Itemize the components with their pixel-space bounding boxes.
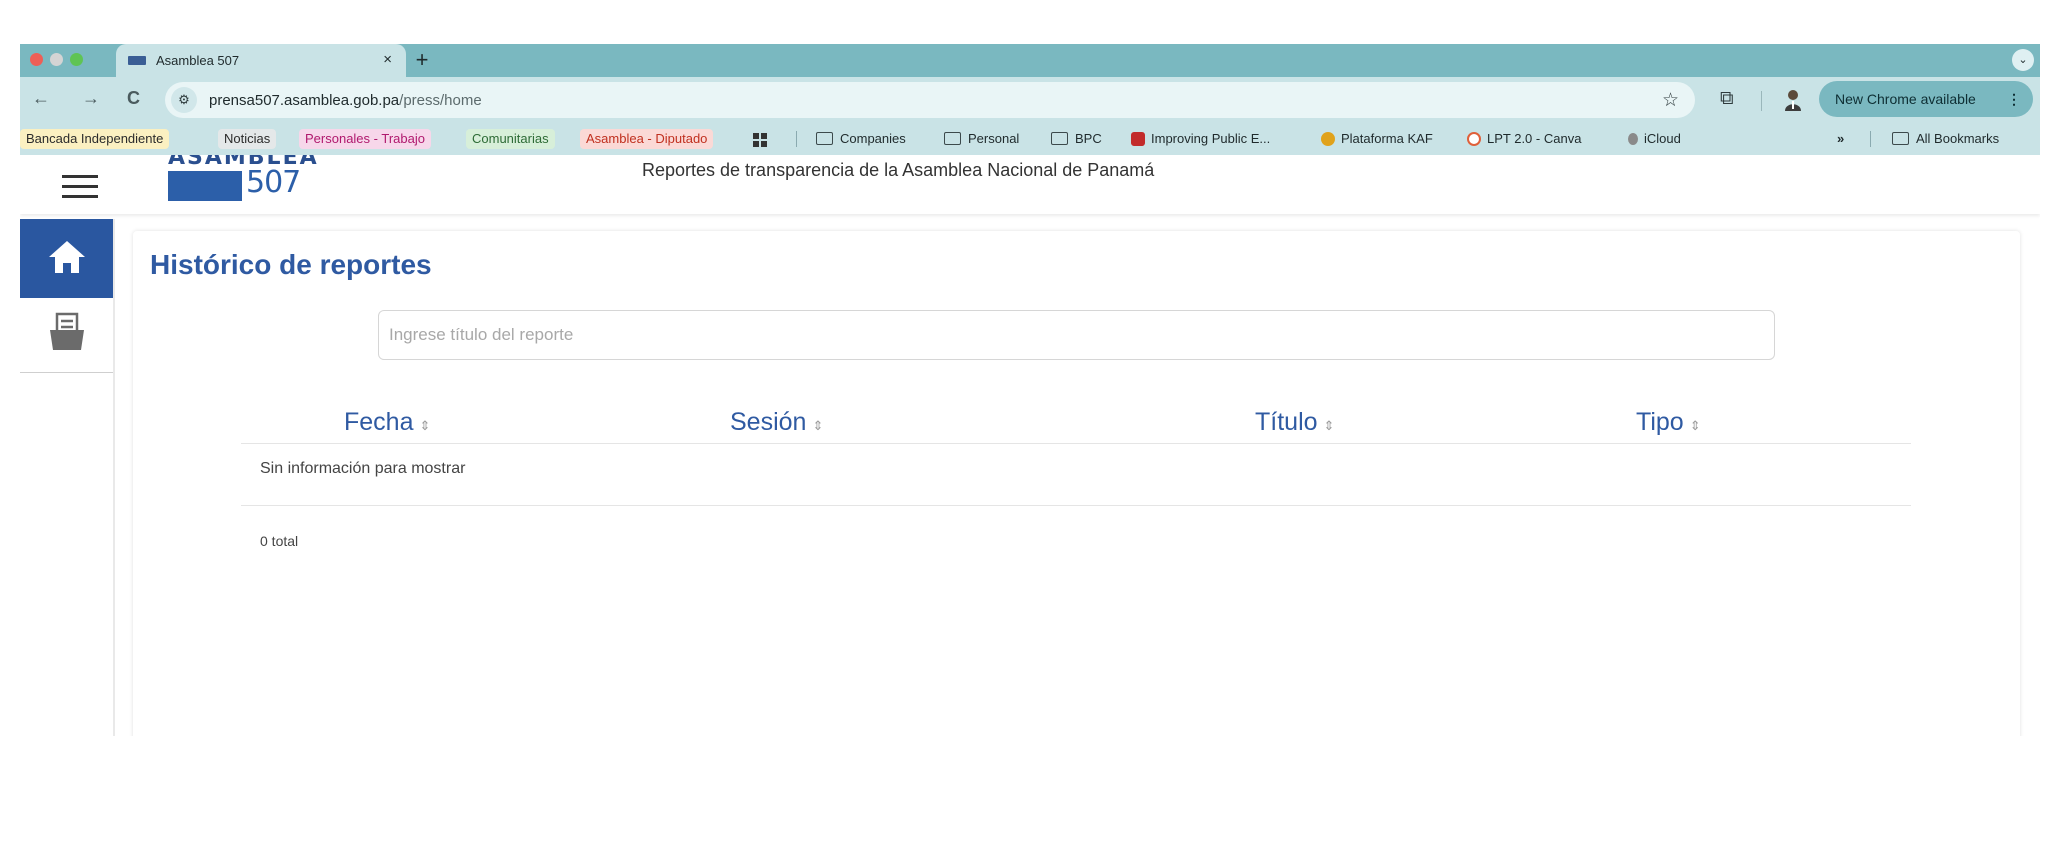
bookmark-plataforma-kaf[interactable]: Plataforma KAF	[1315, 129, 1439, 149]
sidebar-divider	[113, 219, 115, 736]
browser-menu-icon[interactable]: ⋮	[2007, 81, 2021, 117]
bookmark-folder-bpc[interactable]: BPC	[1045, 129, 1108, 149]
toolbar-divider	[1761, 91, 1762, 111]
bookmark-star-icon[interactable]: ☆	[1662, 89, 1679, 112]
site-info-icon[interactable]: ⚙	[171, 87, 197, 113]
all-bookmarks-label: All Bookmarks	[1916, 131, 2000, 146]
address-bar[interactable]: ⚙ prensa507.asamblea.gob.pa/press/home ☆	[165, 82, 1695, 118]
bookmarks-divider	[796, 131, 797, 147]
browser-toolbar: ← → C ⚙ prensa507.asamblea.gob.pa/press/…	[20, 77, 2040, 123]
column-header-titulo[interactable]: Título ⇕	[1255, 408, 1334, 437]
url-text[interactable]: prensa507.asamblea.gob.pa/press/home	[209, 92, 482, 109]
folder-label: Personal	[968, 131, 1020, 146]
profile-avatar-icon[interactable]	[1783, 89, 1803, 111]
sort-icon: ⇕	[1689, 418, 1701, 433]
update-chrome-button[interactable]: New Chrome available ⋮	[1819, 81, 2033, 117]
sidebar	[20, 219, 113, 736]
column-label: Título	[1255, 408, 1318, 436]
bookmark-label: Plataforma KAF	[1341, 131, 1433, 146]
tab-asamblea[interactable]: Asamblea 507 ×	[116, 44, 406, 77]
bookmark-label: iCloud	[1644, 131, 1681, 146]
browser-window: Asamblea 507 × + ⌄ ← → C ⚙ prensa507.asa…	[20, 44, 2040, 736]
bookmark-noticias[interactable]: Noticias	[218, 129, 277, 149]
folder-docs-icon	[50, 312, 84, 350]
url-path: /press/home	[399, 92, 482, 109]
kaf-icon	[1321, 131, 1335, 146]
tab-strip: Asamblea 507 × + ⌄	[20, 44, 2040, 77]
column-label: Fecha	[344, 408, 414, 436]
update-chrome-label: New Chrome available	[1835, 91, 1976, 107]
empty-table-message: Sin información para mostrar	[260, 460, 466, 477]
folder-label: BPC	[1075, 131, 1102, 146]
folder-icon	[944, 132, 961, 146]
home-icon	[49, 241, 85, 273]
logo-number: 507	[246, 165, 301, 200]
bookmark-icloud[interactable]: iCloud	[1622, 129, 1687, 149]
sidebar-item-home[interactable]	[20, 219, 113, 298]
new-tab-button[interactable]: +	[408, 47, 436, 73]
table-header-divider	[241, 443, 1911, 444]
bookmarks-overflow-button[interactable]: »	[1831, 129, 1850, 149]
bookmark-bancada-independiente[interactable]: Bancada Independiente	[20, 129, 170, 149]
close-window-button[interactable]	[30, 53, 43, 66]
minimize-window-button[interactable]	[50, 53, 63, 66]
tab-title: Asamblea 507	[156, 53, 240, 68]
logo-block	[168, 171, 242, 201]
shield-icon	[1131, 131, 1145, 146]
page-content: ASAMBLEA 507 Reportes de transparencia d…	[20, 155, 2040, 736]
tab-close-icon[interactable]: ×	[383, 51, 392, 68]
folder-icon	[816, 132, 833, 146]
bookmarks-bar: Bancada Independiente Noticias Personale…	[20, 123, 2040, 155]
sidebar-item-documents[interactable]	[20, 298, 113, 373]
bookmark-lpt-canva[interactable]: LPT 2.0 - Canva	[1461, 129, 1587, 149]
site-subtitle: Reportes de transparencia de la Asamblea…	[642, 160, 1155, 180]
tab-search-button[interactable]: ⌄	[2012, 49, 2034, 71]
reports-card: Histórico de reportes Fecha ⇕ Sesión ⇕ Tít…	[133, 231, 2020, 736]
total-count: 0 total	[260, 533, 299, 549]
menu-toggle-button[interactable]	[62, 175, 98, 205]
folder-icon	[1892, 132, 1909, 146]
search-input[interactable]	[378, 310, 1775, 360]
url-host: prensa507.asamblea.gob.pa	[209, 92, 400, 109]
site-favicon	[128, 56, 146, 65]
bookmark-label: LPT 2.0 - Canva	[1487, 131, 1582, 146]
column-label: Tipo	[1636, 408, 1684, 436]
maximize-window-button[interactable]	[70, 53, 83, 66]
bookmark-folder-companies[interactable]: Companies	[810, 129, 912, 149]
all-bookmarks-button[interactable]: All Bookmarks	[1886, 129, 2005, 149]
sort-icon: ⇕	[1323, 418, 1335, 433]
column-header-fecha[interactable]: Fecha ⇕	[344, 408, 430, 437]
page-title: Histórico de reportes	[150, 249, 432, 280]
apps-grid-icon[interactable]	[753, 132, 767, 147]
folder-icon	[1051, 132, 1068, 146]
bookmark-comunitarias[interactable]: Comunitarias	[466, 129, 555, 149]
sort-icon: ⇕	[812, 418, 824, 433]
canva-icon	[1467, 131, 1481, 146]
column-header-tipo[interactable]: Tipo ⇕	[1636, 408, 1701, 437]
bookmark-folder-personal[interactable]: Personal	[938, 129, 1025, 149]
bookmarks-divider	[1870, 131, 1871, 147]
forward-button[interactable]: →	[82, 88, 100, 109]
app-header: ASAMBLEA 507 Reportes de transparencia d…	[20, 155, 2040, 214]
bookmark-label: Improving Public E...	[1151, 131, 1271, 146]
bookmark-improving-public[interactable]: Improving Public E...	[1125, 129, 1276, 149]
folder-label: Companies	[840, 131, 906, 146]
extensions-icon[interactable]: ⧉	[1720, 88, 1734, 110]
back-button[interactable]: ←	[32, 88, 50, 109]
bookmark-personales-trabajo[interactable]: Personales - Trabajo	[299, 129, 431, 149]
table-footer-divider	[241, 505, 1911, 506]
sort-icon: ⇕	[419, 418, 431, 433]
column-header-sesion[interactable]: Sesión ⇕	[730, 408, 823, 437]
apple-icon	[1628, 132, 1638, 145]
reload-button[interactable]: C	[127, 88, 140, 109]
bookmark-asamblea-diputado[interactable]: Asamblea - Diputado	[580, 129, 714, 149]
column-label: Sesión	[730, 408, 807, 436]
